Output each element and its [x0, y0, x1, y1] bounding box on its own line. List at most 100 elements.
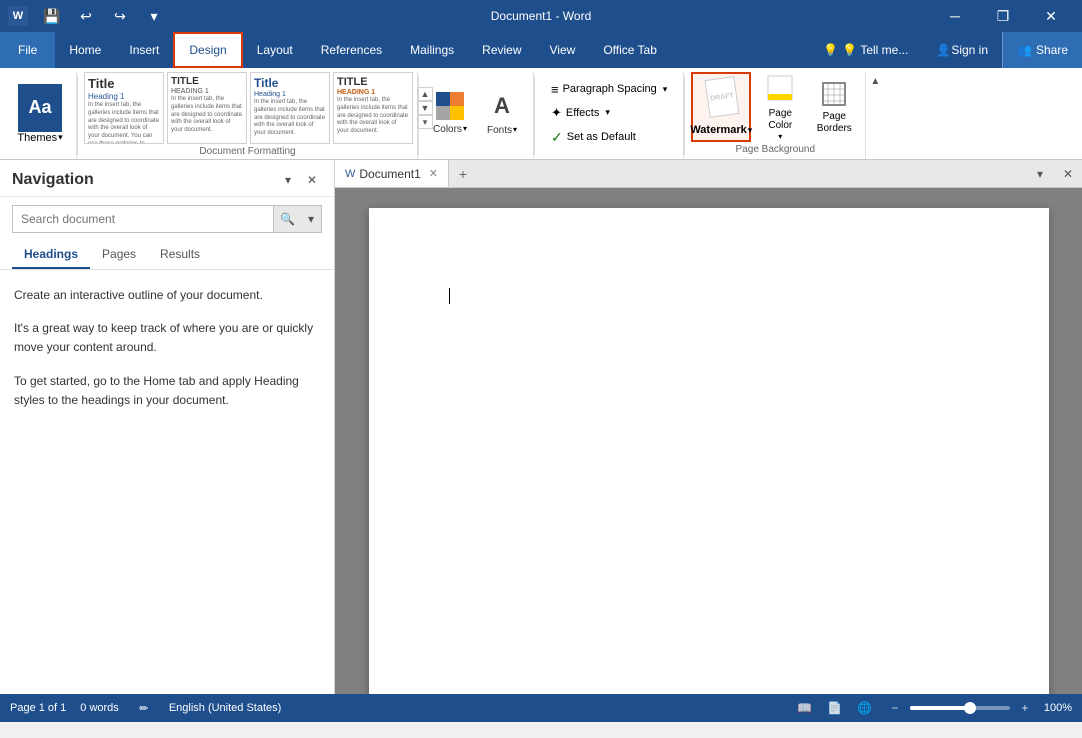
themes-btn[interactable]: Aa Themes ▾ — [10, 79, 70, 149]
tab-headings[interactable]: Headings — [12, 241, 90, 269]
page-bg-content: DRAFT Watermark ▾ Page Color — [691, 72, 859, 142]
nav-search: 🔍 ▾ — [12, 205, 322, 233]
title-bar-left: W 💾 ↩ ↪ ▾ — [8, 2, 168, 30]
share-label: Share — [1036, 43, 1068, 57]
menu-insert[interactable]: Insert — [115, 32, 173, 68]
share-icon: 👥 — [1017, 43, 1032, 57]
tab-pages[interactable]: Pages — [90, 241, 148, 269]
themes-icon: Aa — [18, 84, 62, 132]
menu-references[interactable]: References — [307, 32, 396, 68]
menu-view[interactable]: View — [536, 32, 590, 68]
set-as-default-label: Set as Default — [567, 131, 636, 143]
zoom-level: 100% — [1044, 702, 1072, 714]
close-btn[interactable]: ✕ — [1028, 0, 1074, 32]
themes-dropdown-icon: ▾ — [58, 132, 63, 143]
doc-thumb-1[interactable]: TITLE HEADING 1 In the insert tab, the g… — [167, 72, 247, 144]
para-spacing-label: Paragraph Spacing — [563, 83, 657, 95]
undo-btn[interactable]: ↩ — [72, 2, 100, 30]
new-tab-btn[interactable]: + — [449, 160, 477, 188]
fonts-btn[interactable]: A Fonts ▾ — [477, 87, 527, 140]
thumb-2-title: Title — [254, 76, 326, 90]
effects-btn[interactable]: ✦ Effects ▾ — [547, 103, 671, 123]
thumb-1-text: In the insert tab, the galleries include… — [171, 96, 243, 135]
sign-in-btn[interactable]: 👤 Sign in — [922, 32, 1002, 68]
search-input[interactable] — [13, 207, 273, 231]
zoom-minus-btn[interactable]: − — [884, 697, 906, 719]
menu-mailings[interactable]: Mailings — [396, 32, 468, 68]
search-dropdown-btn[interactable]: ▾ — [301, 206, 321, 232]
check-icon: ✓ — [551, 129, 563, 146]
tab-bar-menu-btn[interactable]: ▾ — [1026, 160, 1054, 188]
nav-text-1: Create an interactive outline of your do… — [14, 286, 320, 305]
menu-review[interactable]: Review — [468, 32, 535, 68]
menu-file[interactable]: File — [0, 32, 55, 68]
nav-close-btn[interactable]: ✕ — [302, 170, 322, 190]
nav-title: Navigation — [12, 171, 94, 189]
thumb-0-title: Title — [88, 76, 160, 91]
thumb-3-heading: HEADING 1 — [337, 89, 409, 96]
menu-layout[interactable]: Layout — [243, 32, 307, 68]
redo-btn[interactable]: ↪ — [106, 2, 134, 30]
ribbon-collapse-btn[interactable]: ▲ — [870, 76, 880, 87]
proofing-btn[interactable]: ✏ — [133, 697, 155, 719]
status-bar: Page 1 of 1 0 words ✏ English (United St… — [0, 694, 1082, 722]
doc-page[interactable] — [369, 208, 1049, 694]
doc-formatting-group: Title Heading 1 In the insert tab, the g… — [78, 72, 418, 159]
paragraph-spacing-btn[interactable]: ≡ Paragraph Spacing ▾ — [547, 80, 671, 99]
menu-design[interactable]: Design — [173, 32, 242, 68]
ribbon-collapse-area: ▲ — [866, 72, 884, 159]
thumb-0-heading: Heading 1 — [88, 92, 160, 101]
doc-tab-document1[interactable]: W Document1 ✕ — [335, 160, 449, 187]
zoom-fill — [910, 706, 970, 710]
thumb-0-text: In the insert tab, the galleries include… — [88, 102, 160, 144]
tab-bar-close-btn[interactable]: ✕ — [1054, 160, 1082, 188]
read-mode-btn[interactable]: 📖 — [794, 697, 816, 719]
set-as-default-btn[interactable]: ✓ Set as Default — [547, 127, 671, 148]
sign-in-label: Sign in — [951, 43, 988, 57]
page-borders-btn[interactable]: Page Borders — [809, 72, 859, 142]
share-btn[interactable]: 👥 Share — [1002, 32, 1082, 68]
colors-btn[interactable]: Colors ▾ — [425, 88, 475, 139]
watermark-label: Watermark — [690, 124, 746, 136]
text-cursor — [449, 288, 450, 304]
menu-office-tab[interactable]: Office Tab — [589, 32, 671, 68]
print-layout-btn[interactable]: 📄 — [824, 697, 846, 719]
tab-bar-right: ▾ ✕ — [1026, 160, 1082, 188]
para-spacing-dropdown: ▾ — [663, 84, 668, 95]
doc-tab-close-btn[interactable]: ✕ — [429, 167, 438, 180]
zoom-thumb[interactable] — [964, 702, 976, 714]
ribbon-content: Aa Themes ▾ Title Heading 1 — [0, 68, 1082, 159]
zoom-track[interactable] — [910, 706, 1010, 710]
doc-scroll[interactable] — [335, 188, 1082, 694]
thumb-1-title: TITLE — [171, 76, 243, 87]
doc-thumb-0[interactable]: Title Heading 1 In the insert tab, the g… — [84, 72, 164, 144]
page-borders-label: Page Borders — [811, 111, 857, 135]
doc-thumb-2[interactable]: Title Heading 1 In the insert tab, the g… — [250, 72, 330, 144]
web-layout-btn[interactable]: 🌐 — [854, 697, 876, 719]
zoom-plus-btn[interactable]: + — [1014, 697, 1036, 719]
page-color-icon — [766, 74, 794, 108]
customize-quick-access-btn[interactable]: ▾ — [140, 2, 168, 30]
thumb-1-heading: HEADING 1 — [171, 88, 243, 95]
page-color-btn[interactable]: Page Color ▾ — [755, 72, 805, 142]
nav-text-3: To get started, go to the Home tab and a… — [14, 372, 320, 410]
word-icon: W — [8, 6, 28, 26]
doc-tab-bar: W Document1 ✕ + ▾ ✕ — [335, 160, 1082, 188]
watermark-btn[interactable]: DRAFT Watermark ▾ — [691, 72, 751, 142]
fonts-icon: A — [487, 91, 517, 121]
nav-header: Navigation ▾ ✕ — [0, 160, 334, 197]
tell-me-btn[interactable]: 💡 💡 Tell me... — [809, 32, 922, 68]
tab-results[interactable]: Results — [148, 241, 212, 269]
restore-btn[interactable]: ❐ — [980, 0, 1026, 32]
save-quick-btn[interactable]: 💾 — [38, 2, 66, 30]
nav-collapse-btn[interactable]: ▾ — [278, 170, 298, 190]
language-label: English (United States) — [169, 702, 282, 714]
search-button[interactable]: 🔍 — [273, 206, 301, 232]
doc-thumb-3[interactable]: TITLE HEADING 1 In the insert tab, the g… — [333, 72, 413, 144]
menu-home[interactable]: Home — [55, 32, 115, 68]
para-effects-group: ≡ Paragraph Spacing ▾ ✦ Effects ▾ ✓ Set … — [535, 72, 684, 159]
themes-group: Aa Themes ▾ — [4, 72, 77, 159]
minimize-btn[interactable]: ─ — [932, 0, 978, 32]
watermark-page-preview: DRAFT — [705, 76, 740, 118]
page-count: Page 1 of 1 — [10, 702, 66, 714]
